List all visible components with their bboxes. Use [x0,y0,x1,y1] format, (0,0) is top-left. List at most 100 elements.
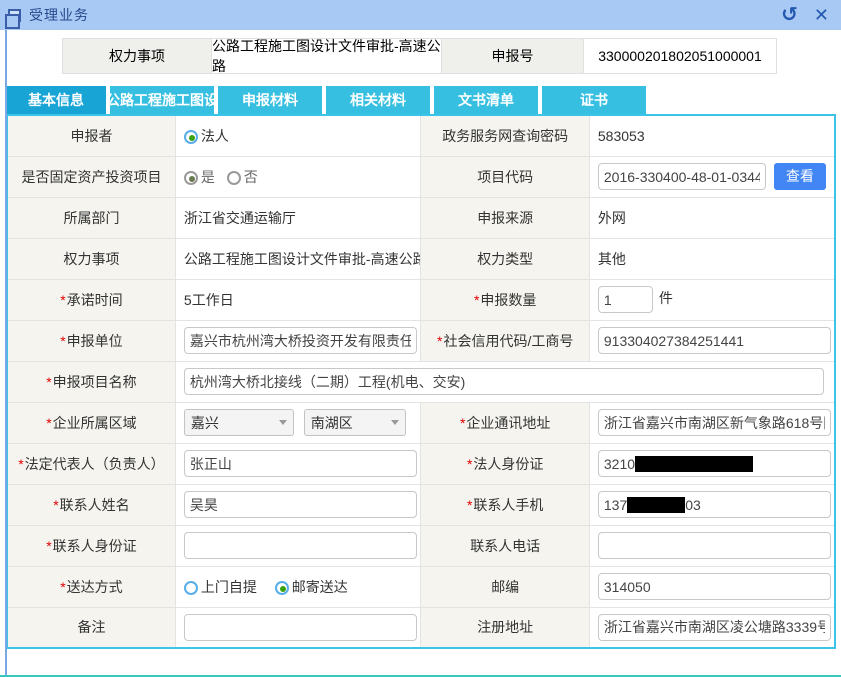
window-titlebar: 受理业务 ↺ ✕ [0,0,841,30]
redaction-block [627,497,685,513]
table-row: *企业所属区域 嘉兴 南湖区 *企业通讯地址 [7,402,835,443]
table-row: *申报单位 *社会信用代码/工商号 [7,320,835,361]
region-label: *企业所属区域 [7,402,175,443]
table-row: *联系人姓名 *联系人手机 13703 [7,484,835,525]
chevron-down-icon [279,420,287,425]
power-item-label: 权力事项 [7,238,175,279]
credit-code-label: *社会信用代码/工商号 [421,320,589,361]
reg-address-input[interactable] [598,614,831,641]
legal-id-input[interactable]: 3210 [598,450,831,477]
contact-name-label: *联系人姓名 [7,484,175,525]
tab-application-materials[interactable]: 申报材料 [218,86,322,114]
redaction-block [635,456,753,472]
tab-basic-info[interactable]: 基本信息 [6,86,106,114]
source-label: 申报来源 [421,197,589,238]
table-row: *联系人身份证 联系人电话 [7,525,835,566]
contact-id-label: *联系人身份证 [7,525,175,566]
declare-unit-value [175,320,421,361]
region-value: 嘉兴 南湖区 [175,402,421,443]
postcode-label: 邮编 [421,566,589,607]
tab-bar: 基本信息 公路工程施工图设 申报材料 相关材料 文书清单 证书 [6,86,841,114]
contact-mobile-suffix: 03 [685,497,701,513]
fixed-asset-no-radio[interactable] [227,171,241,185]
quantity-value: 件 [589,279,835,320]
query-password-label: 政务服务网查询密码 [421,115,589,156]
table-row: *申报项目名称 [7,361,835,402]
legal-id-prefix: 3210 [604,456,635,472]
contact-phone-input[interactable] [598,532,831,559]
tab-construction-drawing[interactable]: 公路工程施工图设 [110,86,214,114]
project-code-value: 查看 [589,156,835,197]
credit-code-input[interactable] [598,327,831,354]
legal-id-label: *法人身份证 [421,443,589,484]
tab-certificate[interactable]: 证书 [542,86,646,114]
contact-id-input[interactable] [184,532,417,559]
basic-info-form: 申报者 法人 政务服务网查询密码 583053 是否固定资产投资项目 是 否 项… [6,114,836,649]
table-row: 申报者 法人 政务服务网查询密码 583053 [7,115,835,156]
table-row: 是否固定资产投资项目 是 否 项目代码 查看 [7,156,835,197]
legal-person-input[interactable] [184,450,417,477]
tab-related-materials[interactable]: 相关材料 [326,86,430,114]
power-type-label: 权力类型 [421,238,589,279]
remark-input[interactable] [184,614,417,641]
quantity-input[interactable] [598,286,653,313]
legal-person-radio-label: 法人 [201,128,229,144]
reg-address-value [589,607,835,648]
contact-phone-label: 联系人电话 [421,525,589,566]
table-row: *承诺时间 5工作日 *申报数量 件 [7,279,835,320]
promise-time-label: *承诺时间 [7,279,175,320]
applicant-label: 申报者 [7,115,175,156]
company-address-input[interactable] [598,409,831,436]
declare-unit-label: *申报单位 [7,320,175,361]
close-icon[interactable]: ✕ [814,6,829,24]
window-left-border [5,30,7,675]
delivery-pickup-label: 上门自提 [201,579,257,595]
table-row: *法定代表人（负责人） *法人身份证 3210 [7,443,835,484]
delivery-value: 上门自提 邮寄送达 [175,566,421,607]
fixed-asset-no-label: 否 [244,169,258,185]
project-name-input[interactable] [184,368,824,395]
accept-business-window: { "window": { "title": "受理业务", "refresh_… [0,0,841,677]
delivery-label: *送达方式 [7,566,175,607]
postcode-input[interactable] [598,573,831,600]
credit-code-value [589,320,835,361]
refresh-icon[interactable]: ↺ [781,5,798,25]
table-row: 所属部门 浙江省交通运输厅 申报来源 外网 [7,197,835,238]
district-select[interactable]: 南湖区 [304,409,406,436]
header-row: 权力事项 公路工程施工图设计文件审批-高速公路 申报号 330000201802… [62,38,841,74]
legal-person-label: *法定代表人（负责人） [7,443,175,484]
application-no-header-label: 申报号 [442,38,584,74]
quantity-label: *申报数量 [421,279,589,320]
legal-id-value: 3210 [589,443,835,484]
delivery-mail-radio[interactable] [275,581,289,595]
chevron-down-icon [391,420,399,425]
application-no-header-value: 330000201802051000001 [584,38,777,74]
power-type-value: 其他 [589,238,835,279]
contact-phone-value [589,525,835,566]
fixed-asset-yes-radio[interactable] [184,171,198,185]
city-select-value: 嘉兴 [191,413,219,433]
table-row: *送达方式 上门自提 邮寄送达 邮编 [7,566,835,607]
power-item-value: 公路工程施工图设计文件审批-高速公路 [175,238,421,279]
company-address-label: *企业通讯地址 [421,402,589,443]
source-value: 外网 [589,197,835,238]
delivery-mail-label: 邮寄送达 [292,579,348,595]
contact-name-input[interactable] [184,491,417,518]
quantity-unit: 件 [659,290,673,306]
query-password-value: 583053 [589,115,835,156]
promise-time-value: 5工作日 [175,279,421,320]
remark-value [175,607,421,648]
district-select-value: 南湖区 [311,413,353,433]
project-code-input[interactable] [598,163,766,190]
declare-unit-input[interactable] [184,327,417,354]
reg-address-label: 注册地址 [421,607,589,648]
contact-mobile-input[interactable]: 13703 [598,491,831,518]
view-button[interactable]: 查看 [774,163,826,190]
legal-person-radio[interactable] [184,130,198,144]
applicant-value: 法人 [175,115,421,156]
tab-document-list[interactable]: 文书清单 [434,86,538,114]
delivery-pickup-radio[interactable] [184,581,198,595]
table-row: 备注 注册地址 [7,607,835,648]
postcode-value [589,566,835,607]
city-select[interactable]: 嘉兴 [184,409,294,436]
